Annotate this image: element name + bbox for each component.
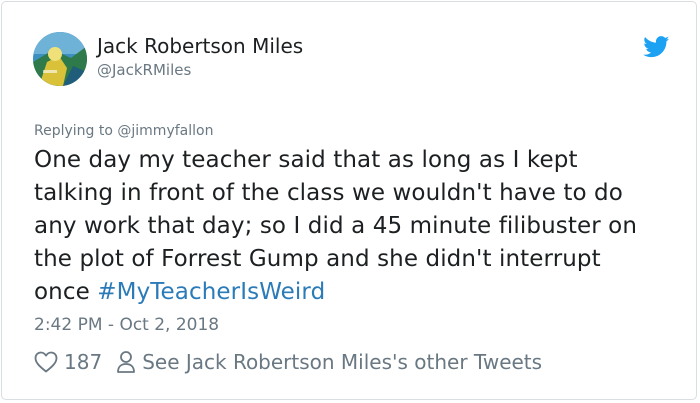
tweet-line: any work that day; so I did a 45 minute … <box>34 213 638 239</box>
author-display-name[interactable]: Jack Robertson Miles <box>97 34 303 58</box>
replying-handle-link[interactable]: @jimmyfallon <box>117 123 213 139</box>
replying-to: Replying to @jimmyfallon <box>34 121 213 141</box>
tweet-actions: 187 See Jack Robertson Miles's other Twe… <box>34 348 542 376</box>
tweet-text: One day my teacher said that as long as … <box>34 144 684 309</box>
twitter-bird-icon[interactable] <box>643 36 670 58</box>
replying-prefix: Replying to <box>34 123 113 139</box>
profile-avatar[interactable] <box>33 32 87 86</box>
tweet-line: talking in front of the class we wouldn'… <box>34 180 623 206</box>
tweet-line: One day my teacher said that as long as … <box>34 147 578 173</box>
person-icon[interactable] <box>116 350 136 374</box>
tweet-card: Jack Robertson Miles @JackRMiles Replyin… <box>1 1 697 400</box>
avatar-image <box>33 32 87 86</box>
tweet-last-words: once <box>34 279 90 305</box>
tweet-line: the plot of Forrest Gump and she didn't … <box>34 246 601 272</box>
heart-icon[interactable] <box>34 351 58 373</box>
author-handle[interactable]: @JackRMiles <box>97 60 191 80</box>
hashtag-link[interactable]: #MyTeacherIsWeird <box>97 279 325 305</box>
see-other-tweets-link[interactable]: See Jack Robertson Miles's other Tweets <box>142 350 542 374</box>
tweet-timestamp[interactable]: 2:42 PM - Oct 2, 2018 <box>34 314 219 336</box>
tweet-line-last: once #MyTeacherIsWeird <box>34 276 684 309</box>
like-count[interactable]: 187 <box>64 350 102 374</box>
